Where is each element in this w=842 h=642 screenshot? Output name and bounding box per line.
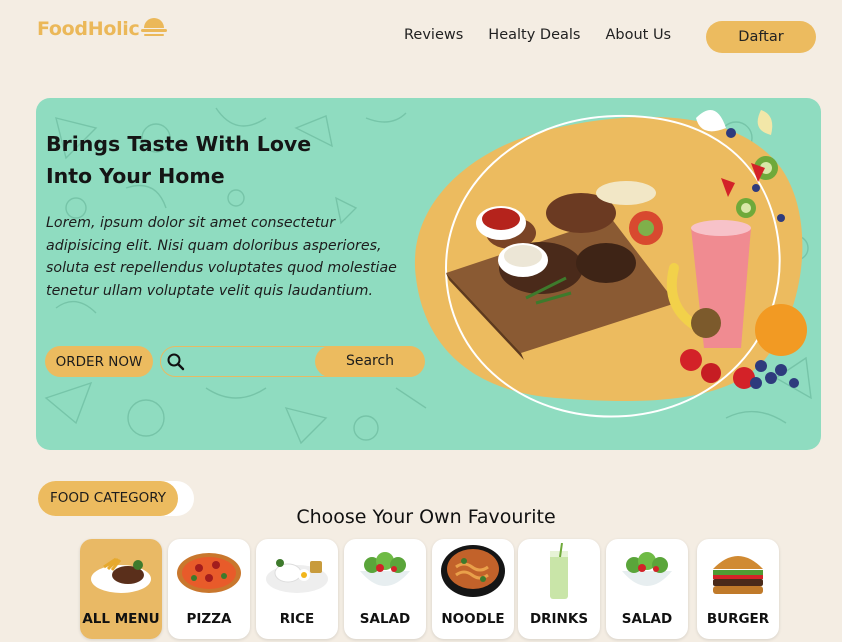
category-card-noodle[interactable]: NOODLE [432,539,514,639]
category-label: PIZZA [186,611,232,627]
section-heading: Choose Your Own Favourite [296,506,556,528]
nav-link-about-us[interactable]: About Us [605,27,671,43]
noodle-bowl-icon [441,545,505,597]
hero-banner: Brings Taste With Love Into Your Home Lo… [36,98,821,450]
category-card-rice[interactable]: RICE [256,539,338,639]
search-icon [167,353,185,371]
category-label: DRINKS [529,611,589,627]
nav-link-healty-deals[interactable]: Healty Deals [488,27,580,43]
salad-bowl-icon [360,552,410,586]
category-label: SALAD [359,611,411,627]
salad-bowl-icon [622,552,672,586]
search-bar: Search [160,345,425,377]
category-card-pizza[interactable]: PIZZA [168,539,250,639]
hero-title-line-2: Into Your Home [46,164,225,188]
nav-link-reviews[interactable]: Reviews [404,27,463,43]
category-card-drinks[interactable]: DRINKS [518,539,600,639]
order-now-button[interactable]: ORDER NOW [45,346,153,377]
drink-glass-icon [550,543,568,599]
steak-plate-icon [91,557,151,593]
search-input[interactable] [191,349,311,374]
category-label: NOODLE [441,611,505,627]
hero-title: Brings Taste With Love Into Your Home [46,128,366,192]
category-label: ALL MENU [82,611,160,627]
category-card-salad-2[interactable]: SALAD [606,539,688,639]
pizza-icon [177,553,241,593]
category-label: BURGER [706,611,770,627]
hero-title-line-1: Brings Taste With Love [46,132,312,156]
main-nav: Reviews Healty Deals About Us [404,27,671,43]
category-label: SALAD [621,611,673,627]
cloche-icon [141,18,168,36]
brand-logo[interactable]: FoodHolic [37,16,168,40]
category-label: RICE [279,611,315,627]
category-card-salad[interactable]: SALAD [344,539,426,639]
category-card-burger[interactable]: BURGER [697,539,779,639]
burger-icon [713,556,763,594]
brand-name: FoodHolic [37,18,140,40]
category-card-all-menu[interactable]: ALL MENU [80,539,162,639]
hero-description: Lorem, ipsum dolor sit amet consectetur … [46,215,397,299]
rice-plate-icon [266,559,328,593]
food-platter-illustration [414,110,807,418]
daftar-button[interactable]: Daftar [706,21,816,53]
